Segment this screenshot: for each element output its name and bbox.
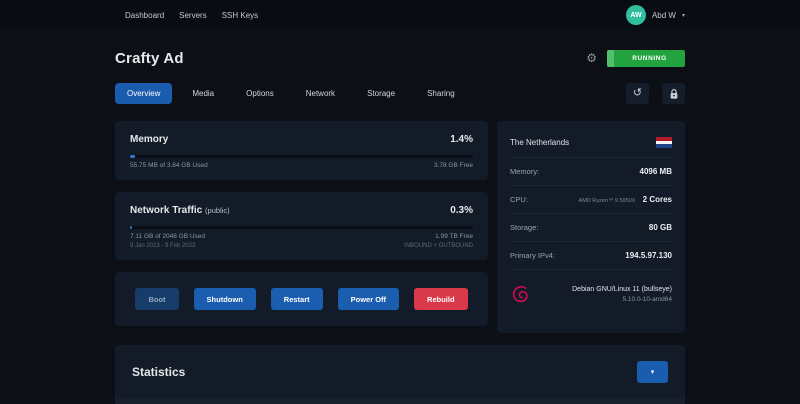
rebuild-button[interactable]: Rebuild: [414, 288, 468, 310]
nav-item-dashboard[interactable]: Dashboard: [125, 11, 164, 20]
tabs-row: Overview Media Options Network Storage S…: [115, 83, 685, 104]
network-used-text: 7.11 GB of 2048 GB Used: [130, 233, 205, 240]
tab-options[interactable]: Options: [234, 83, 286, 104]
cpu-info-row: CPU: AMD Ryzen™ 9 5950X 2 Cores: [510, 186, 672, 214]
network-period: 9 Jan 2023 - 9 Feb 2023: [130, 243, 195, 249]
location-name: The Netherlands: [510, 138, 569, 147]
memory-used-text: 55.75 MB of 3.84 GB Used: [130, 162, 208, 169]
network-scope: (public): [205, 206, 230, 215]
statistics-card: Statistics ▾: [115, 345, 685, 404]
memory-card: Memory 1.4% 55.75 MB of 3.84 GB Used 3.7…: [115, 121, 488, 180]
network-title: Network Traffic (public): [130, 205, 230, 216]
statistics-toggle-button[interactable]: ▾: [637, 361, 668, 383]
page-title: Crafty Ad: [115, 50, 184, 67]
nav-items: Dashboard Servers SSH Keys: [125, 11, 258, 20]
location-row: The Netherlands: [510, 133, 672, 158]
top-navbar: Dashboard Servers SSH Keys AW Abd W ▾: [0, 0, 800, 30]
memory-progress-fill: [130, 155, 135, 158]
network-progress-bar: [130, 226, 473, 229]
page-header: Crafty Ad ⚙ RUNNING: [115, 46, 685, 70]
lock-button[interactable]: [662, 83, 685, 104]
nav-item-ssh-keys[interactable]: SSH Keys: [222, 11, 258, 20]
os-row: Debian GNU/Linux 11 (bullseye) 5.10.0-10…: [510, 270, 672, 305]
nav-item-servers[interactable]: Servers: [179, 11, 207, 20]
tab-sharing[interactable]: Sharing: [415, 83, 467, 104]
os-kernel: 5.10.0-10-amd64: [572, 296, 672, 303]
network-percent: 0.3%: [450, 205, 473, 216]
status-label: RUNNING: [614, 55, 685, 62]
user-menu[interactable]: AW Abd W ▾: [626, 5, 685, 25]
status-pulse-bar: [607, 50, 614, 67]
status-badge[interactable]: RUNNING: [607, 50, 685, 67]
memory-title: Memory: [130, 134, 168, 145]
tab-overview[interactable]: Overview: [115, 83, 172, 104]
tab-network[interactable]: Network: [294, 83, 347, 104]
os-name: Debian GNU/Linux 11 (bullseye): [572, 286, 672, 293]
power-off-button[interactable]: Power Off: [338, 288, 399, 310]
netherlands-flag-icon: [656, 137, 672, 148]
network-traffic-card: Network Traffic (public) 0.3% 7.11 GB of…: [115, 192, 488, 260]
power-actions-card: Boot Shutdown Restart Power Off Rebuild: [115, 272, 488, 326]
user-name: Abd W: [652, 11, 676, 20]
memory-percent: 1.4%: [450, 134, 473, 145]
network-direction: INBOUND + OUTBOUND: [404, 243, 473, 249]
memory-progress-bar: [130, 155, 473, 158]
tab-media[interactable]: Media: [180, 83, 226, 104]
network-progress-fill: [130, 226, 132, 229]
ipv4-info-row: Primary IPv4: 194.5.97.130: [510, 242, 672, 270]
lock-icon: [669, 88, 679, 100]
cpu-cores: 2 Cores: [643, 195, 672, 204]
shutdown-button[interactable]: Shutdown: [194, 288, 256, 310]
refresh-icon: ↺: [633, 88, 642, 99]
chevron-down-icon: ▾: [651, 369, 655, 376]
network-free-text: 1.99 TB Free: [435, 233, 473, 240]
storage-info-row: Storage: 80 GB: [510, 214, 672, 242]
memory-info-row: Memory: 4096 MB: [510, 158, 672, 186]
server-info-card: The Netherlands Memory: 4096 MB CPU: AMD…: [497, 121, 685, 333]
memory-free-text: 3.78 GB Free: [434, 162, 473, 169]
refresh-button[interactable]: ↺: [626, 83, 649, 104]
tab-storage[interactable]: Storage: [355, 83, 407, 104]
statistics-title: Statistics: [132, 365, 185, 379]
statistics-content: [115, 398, 685, 404]
restart-button[interactable]: Restart: [271, 288, 323, 310]
gear-icon[interactable]: ⚙: [586, 52, 597, 64]
caret-down-icon: ▾: [682, 12, 685, 19]
avatar: AW: [626, 5, 646, 25]
cpu-model: AMD Ryzen™ 9 5950X: [579, 198, 636, 204]
boot-button[interactable]: Boot: [135, 288, 178, 310]
debian-logo-icon: [510, 283, 532, 305]
